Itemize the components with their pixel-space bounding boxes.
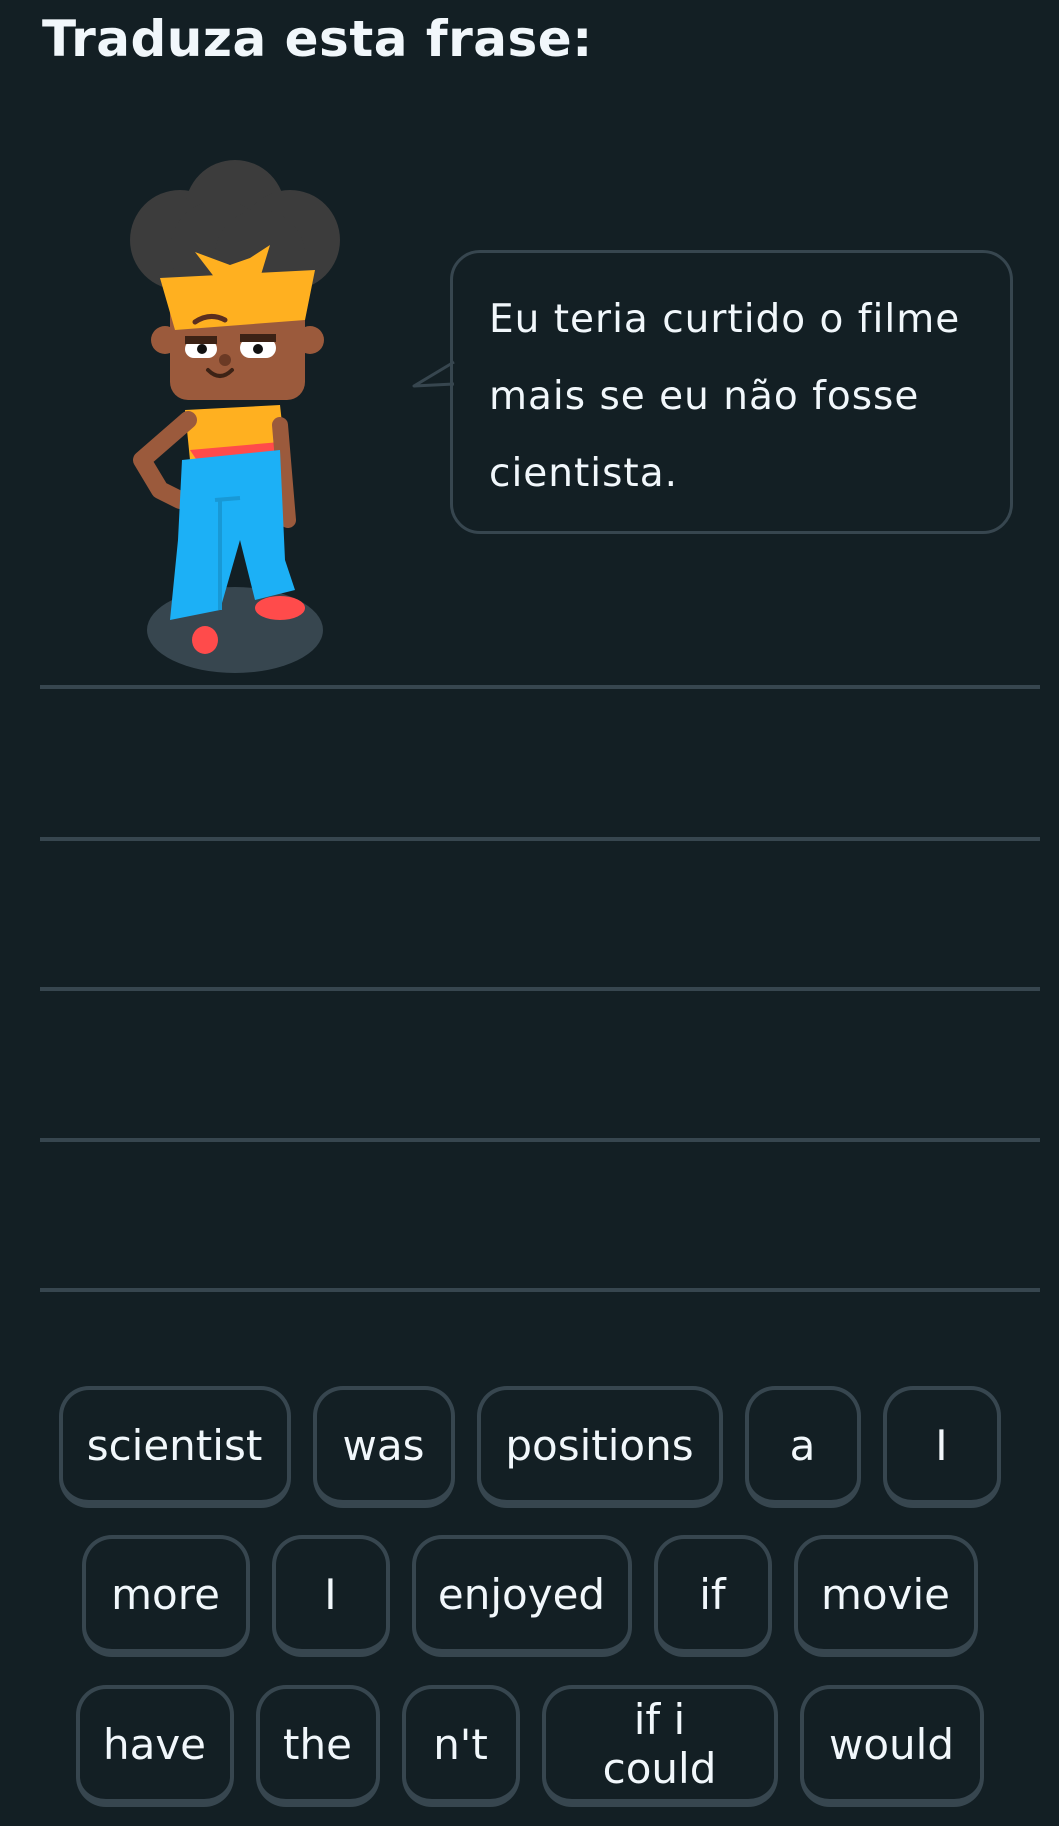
word-chip-if[interactable]: if (653, 1535, 772, 1657)
word-chip-nt[interactable]: n't (401, 1685, 520, 1807)
answer-line (40, 987, 1040, 991)
speech-bubble: Eu teria curtido o filme mais se eu não … (450, 250, 1013, 534)
word-chip-scientist[interactable]: scientist (58, 1386, 291, 1508)
prompt-line-1: Eu teria curtido o filme (489, 297, 961, 342)
word-chip-i[interactable]: I (882, 1386, 1001, 1508)
prompt-line-2: mais se eu não fosse (489, 374, 920, 419)
answer-line (40, 1138, 1040, 1142)
answer-line (40, 685, 1040, 689)
word-chip-was[interactable]: was (312, 1386, 455, 1508)
character-illustration (130, 160, 340, 673)
word-chip-a[interactable]: a (744, 1386, 861, 1508)
word-chip-positions[interactable]: positions (476, 1386, 723, 1508)
answer-line (40, 837, 1040, 841)
word-chip-enjoyed[interactable]: enjoyed (411, 1535, 632, 1657)
word-bank-row: scientist was positions a I (0, 1386, 1059, 1508)
word-chip-more[interactable]: more (81, 1535, 250, 1657)
word-chip-would[interactable]: would (799, 1685, 984, 1807)
word-bank-row: have the n't if i could would (0, 1685, 1059, 1807)
character-headband (160, 270, 315, 330)
word-chip-have[interactable]: have (75, 1685, 234, 1807)
word-chip-movie[interactable]: movie (793, 1535, 978, 1657)
prompt-line-3: cientista. (489, 451, 679, 496)
word-chip-the[interactable]: the (255, 1685, 380, 1807)
answer-line (40, 1288, 1040, 1292)
word-bank-row: more I enjoyed if movie (0, 1535, 1059, 1657)
word-chip-i-2[interactable]: I (271, 1535, 390, 1657)
word-chip-if-i-could[interactable]: if i could (541, 1685, 778, 1807)
page-title: Traduza esta frase: (42, 10, 593, 68)
